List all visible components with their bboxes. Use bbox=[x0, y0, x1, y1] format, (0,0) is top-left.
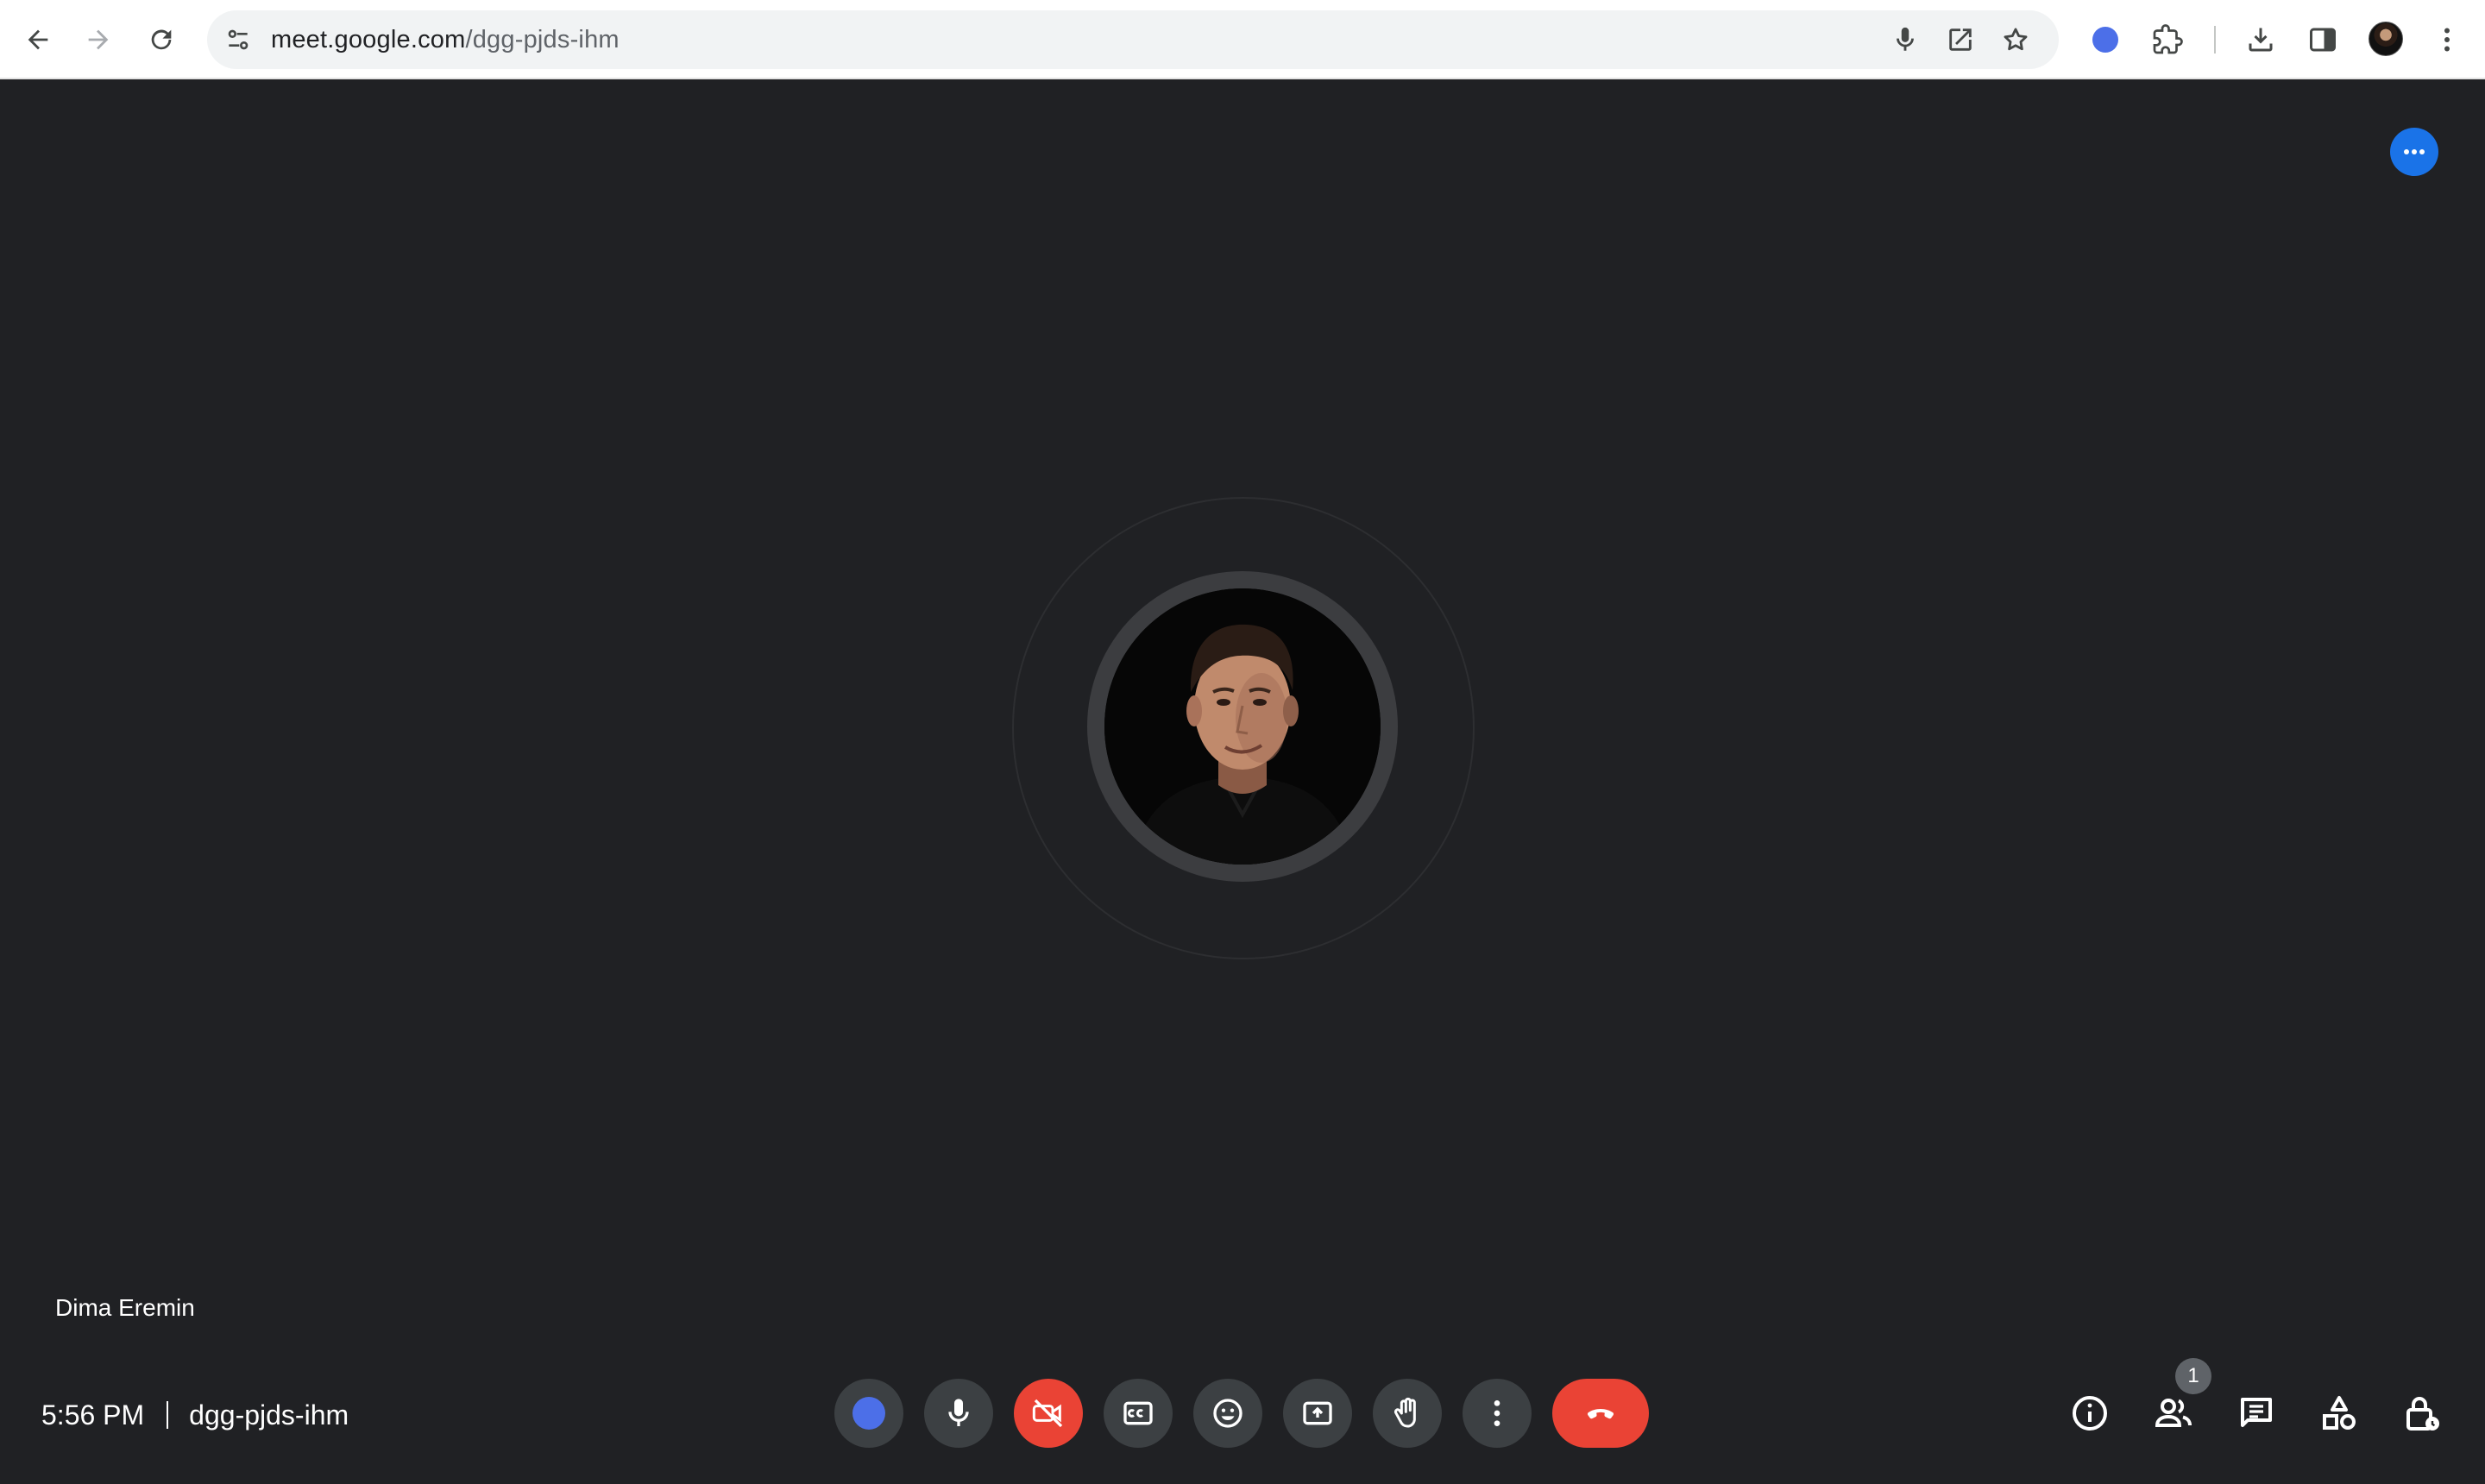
extension-blue-dot-icon bbox=[2092, 27, 2118, 53]
meeting-details: 5:56 PM dgg-pjds-ihm bbox=[41, 1398, 349, 1432]
forward-icon bbox=[88, 29, 109, 50]
extension-blue-dot-icon bbox=[852, 1397, 885, 1430]
info-icon bbox=[2073, 1396, 2107, 1431]
meeting-info-divider bbox=[167, 1401, 169, 1429]
microphone-button[interactable] bbox=[924, 1379, 993, 1448]
back-button[interactable] bbox=[17, 19, 59, 60]
profile-avatar[interactable] bbox=[2369, 22, 2403, 56]
meeting-details-button[interactable] bbox=[2066, 1389, 2114, 1437]
tile-more-options-button[interactable] bbox=[2390, 128, 2438, 176]
puzzle-icon bbox=[2153, 24, 2183, 54]
toolbar-divider bbox=[2214, 26, 2216, 53]
people-button[interactable] bbox=[2149, 1389, 2198, 1437]
bookmark-button[interactable] bbox=[1998, 22, 2033, 57]
extension-button[interactable] bbox=[2085, 19, 2126, 60]
participant-name-label: Dima Eremin bbox=[55, 1294, 195, 1321]
address-bar[interactable]: meet.google.com/dgg-pjds-ihm bbox=[207, 10, 2059, 69]
more-options-button[interactable] bbox=[1463, 1379, 1532, 1448]
url-path: /dgg-pjds-ihm bbox=[465, 26, 620, 53]
camera-toggle-button[interactable] bbox=[1014, 1379, 1083, 1448]
raise-hand-icon bbox=[1393, 1397, 1416, 1428]
chat-icon bbox=[2241, 1398, 2272, 1427]
site-info-button[interactable] bbox=[219, 21, 257, 59]
present-icon bbox=[1303, 1401, 1332, 1425]
camera-off-icon bbox=[1032, 1399, 1063, 1428]
open-external-icon bbox=[1949, 28, 1972, 51]
reload-button[interactable] bbox=[141, 19, 182, 60]
downloads-button[interactable] bbox=[2240, 19, 2281, 60]
activities-icon bbox=[2323, 1396, 2356, 1430]
chat-button[interactable] bbox=[2232, 1389, 2281, 1437]
meeting-code: dgg-pjds-ihm bbox=[189, 1399, 349, 1431]
browser-menu-icon bbox=[2444, 28, 2450, 52]
reload-icon bbox=[151, 29, 172, 50]
side-panel-button[interactable] bbox=[2302, 19, 2343, 60]
url-host: meet.google.com bbox=[271, 26, 466, 53]
captions-icon bbox=[1123, 1401, 1153, 1425]
voice-search-button[interactable] bbox=[1888, 22, 1922, 57]
companion-extension-button[interactable] bbox=[834, 1379, 903, 1448]
present-screen-button[interactable] bbox=[1283, 1379, 1352, 1448]
url-text: meet.google.com/dgg-pjds-ihm bbox=[271, 10, 620, 69]
mic-icon bbox=[1897, 27, 1914, 51]
mic-icon bbox=[948, 1399, 969, 1426]
download-icon bbox=[2249, 28, 2273, 52]
host-controls-button[interactable] bbox=[2398, 1389, 2446, 1437]
back-icon bbox=[28, 29, 48, 50]
more-options-icon bbox=[2404, 149, 2425, 154]
browser-menu-button[interactable] bbox=[2426, 19, 2468, 60]
end-call-icon bbox=[1587, 1409, 1614, 1419]
more-vert-icon bbox=[1494, 1400, 1500, 1426]
reactions-button[interactable] bbox=[1193, 1379, 1262, 1448]
side-panel-icon bbox=[2310, 28, 2336, 52]
activities-button[interactable] bbox=[2315, 1389, 2363, 1437]
participant-avatar bbox=[1087, 571, 1398, 882]
site-info-icon bbox=[228, 29, 248, 50]
host-controls-icon bbox=[2406, 1397, 2439, 1431]
clock-time: 5:56 PM bbox=[41, 1399, 145, 1431]
forward-button[interactable] bbox=[78, 19, 119, 60]
extensions-button[interactable] bbox=[2147, 19, 2188, 60]
people-icon bbox=[2155, 1399, 2192, 1427]
bookmark-star-icon bbox=[2004, 28, 2028, 51]
leave-call-button[interactable] bbox=[1552, 1379, 1649, 1448]
open-in-app-button[interactable] bbox=[1943, 22, 1978, 57]
raise-hand-button[interactable] bbox=[1373, 1379, 1442, 1448]
participant-portrait bbox=[1104, 588, 1381, 865]
emoji-icon bbox=[1213, 1399, 1242, 1428]
browser-toolbar: meet.google.com/dgg-pjds-ihm bbox=[0, 0, 2485, 79]
captions-button[interactable] bbox=[1104, 1379, 1173, 1448]
participant-photo bbox=[1104, 588, 1381, 865]
